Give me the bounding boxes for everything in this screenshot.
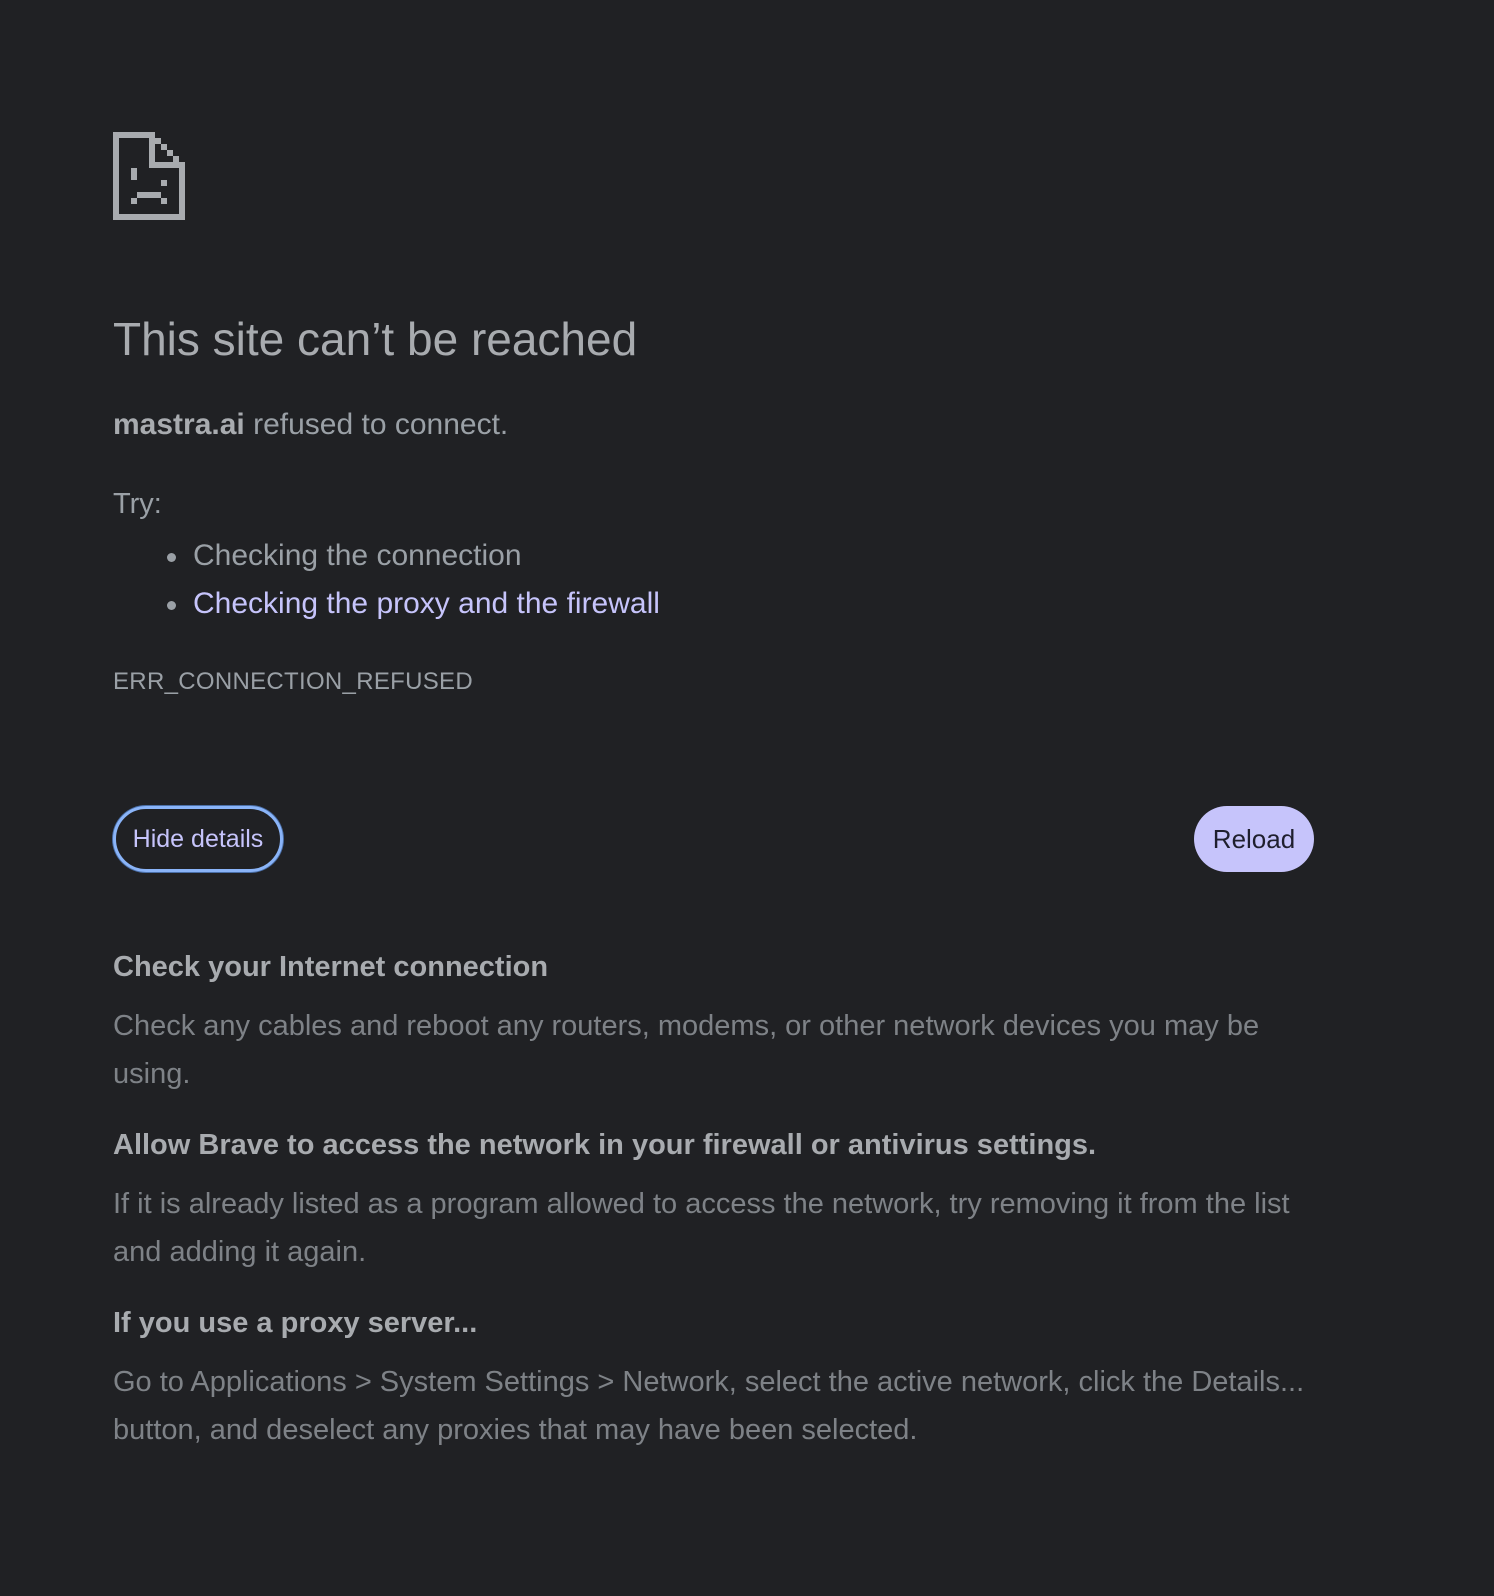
detail-proxy: If you use a proxy server... Go to Appli… [113,1306,1313,1454]
suggestion-check-connection: Checking the connection [193,539,522,572]
detail-body: Check any cables and reboot any routers,… [113,1010,1260,1090]
detail-heading: Allow Brave to access the network in you… [113,1129,1097,1161]
detail-heading: If you use a proxy server... [113,1307,478,1339]
error-code: ERR_CONNECTION_REFUSED [113,668,473,695]
suggestion-list: Checking the connection Checking the pro… [113,532,660,628]
suggestion-check-proxy-firewall-link[interactable]: Checking the proxy and the firewall [193,587,660,620]
detail-body: If it is already listed as a program all… [113,1188,1290,1268]
host-name: mastra.ai [113,408,245,441]
try-label: Try: [113,488,162,520]
detail-firewall: Allow Brave to access the network in you… [113,1128,1313,1276]
page-title: This site can’t be reached [113,313,638,365]
error-summary: mastra.ai refused to connect. [113,408,508,442]
sad-document-icon [113,132,185,220]
reload-button[interactable]: Reload [1194,806,1314,872]
suggestion-item: Checking the connection [113,532,660,580]
hide-details-button[interactable]: Hide details [113,806,283,872]
details-section: Check your Internet connection Check any… [113,950,1313,1484]
detail-check-connection: Check your Internet connection Check any… [113,950,1313,1098]
suggestion-item: Checking the proxy and the firewall [113,580,660,628]
detail-body: Go to Applications > System Settings > N… [113,1366,1305,1446]
detail-heading: Check your Internet connection [113,951,549,983]
summary-text: refused to connect. [244,408,509,441]
